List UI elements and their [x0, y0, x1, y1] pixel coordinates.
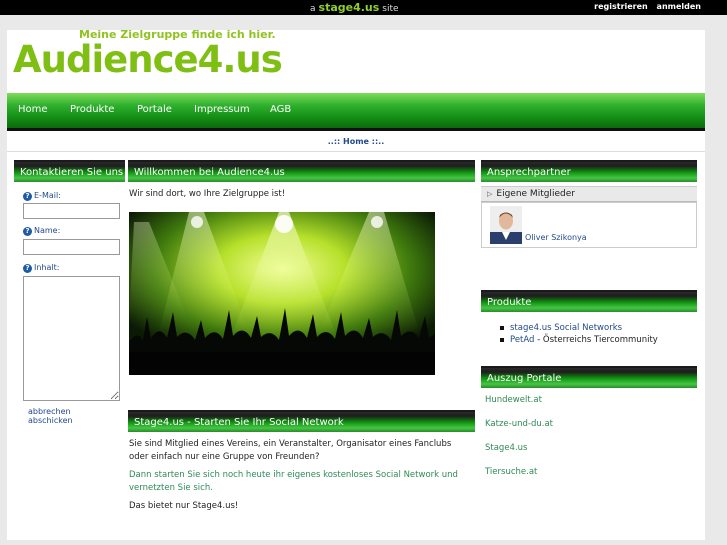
contact-name[interactable]: Oliver Szikonya [525, 233, 587, 242]
stage-paragraph-2[interactable]: Dann starten Sie sich noch heute ihr eig… [129, 469, 464, 495]
account-links: registrieren anmelden [588, 2, 701, 11]
nav-item-home[interactable]: Home [18, 104, 48, 115]
help-icon[interactable]: ? [23, 264, 32, 273]
product-link-stage4us[interactable]: stage4.us Social Networks [510, 323, 622, 333]
brand-suffix: site [382, 4, 399, 14]
network-brand[interactable]: a stage4.us site [310, 1, 399, 14]
form-buttons: abbrechen abschicken [28, 407, 125, 425]
site-header: Meine Zielgruppe finde ich hier. Audienc… [7, 28, 705, 90]
stage-title: Stage4.us - Starten Sie Ihr Social Netwo… [128, 410, 475, 432]
list-item: PetAd - Österreichs Tiercommunity [500, 334, 658, 346]
name-label: ? Name: [23, 226, 60, 236]
email-field[interactable] [23, 203, 120, 219]
arrow-right-icon: ▷ [487, 190, 493, 198]
nav-item-agb[interactable]: AGB [270, 104, 291, 115]
main-nav: Home Produkte Portale Impressum AGB [7, 93, 705, 131]
cancel-button[interactable]: abbrechen [28, 407, 71, 416]
email-label: ? E-Mail: [23, 191, 61, 201]
send-button[interactable]: abschicken [28, 416, 73, 425]
content-textarea[interactable] [23, 276, 120, 401]
products-title: Produkte [481, 290, 697, 312]
welcome-intro: Wir sind dort, wo Ihre Zielgruppe ist! [129, 189, 286, 199]
concert-image [129, 212, 435, 375]
product-link-petad[interactable]: PetAd [510, 335, 534, 345]
product-description: - Österreichs Tiercommunity [534, 335, 658, 345]
login-link[interactable]: anmelden [657, 2, 701, 11]
portal-link-stage4us[interactable]: Stage4.us [485, 443, 528, 453]
nav-item-portale[interactable]: Portale [137, 104, 172, 115]
contact-person: Oliver Szikonya [481, 202, 697, 248]
help-icon[interactable]: ? [23, 192, 32, 201]
stage-paragraph-1: Sie sind Mitglied eines Vereins, ein Ver… [129, 439, 452, 462]
page-container: Meine Zielgruppe finde ich hier. Audienc… [7, 28, 705, 540]
brand-prefix: a [310, 4, 316, 14]
breadcrumb: ..:: Home ::.. [7, 132, 705, 152]
stage-paragraph-3: Das bietet nur Stage4.us! [129, 501, 239, 511]
list-item: stage4.us Social Networks [500, 322, 658, 334]
help-icon[interactable]: ? [23, 227, 32, 236]
register-link[interactable]: registrieren [594, 2, 648, 11]
product-list: stage4.us Social Networks PetAd - Österr… [500, 322, 658, 346]
breadcrumb-text[interactable]: ..:: Home ::.. [328, 137, 384, 146]
own-members-tab[interactable]: ▷ Eigene Mitglieder [481, 186, 697, 202]
nav-item-impressum[interactable]: Impressum [194, 104, 250, 115]
nav-item-produkte[interactable]: Produkte [70, 104, 114, 115]
welcome-title: Willkommen bei Audience4.us [128, 160, 475, 182]
portal-link-katze-und-du[interactable]: Katze-und-du.at [485, 419, 553, 429]
content-label: ? Inhalt: [23, 263, 59, 273]
contact-title: Kontaktieren Sie uns [14, 160, 125, 182]
concert-crowd-illustration [129, 212, 435, 375]
portal-link-hundewelt[interactable]: Hundewelt.at [485, 395, 542, 405]
avatar[interactable] [490, 206, 522, 244]
brand-name[interactable]: stage4.us [319, 1, 380, 14]
portals-title: Auszug Portale [481, 366, 697, 388]
site-logo[interactable]: Audience4.us [13, 38, 283, 81]
top-bar: a stage4.us site registrieren anmelden [0, 0, 727, 15]
portal-link-tiersuche[interactable]: Tiersuche.at [485, 467, 537, 477]
contacts-title: Ansprechpartner [481, 160, 697, 182]
name-field[interactable] [23, 239, 120, 255]
